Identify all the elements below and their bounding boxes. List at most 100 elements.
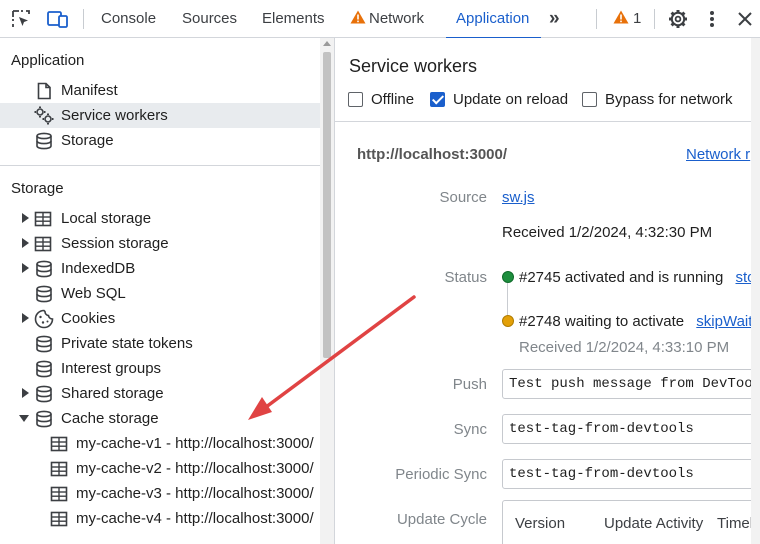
- more-tabs-button[interactable]: »: [549, 0, 559, 38]
- sidebar-item-storage[interactable]: Storage: [0, 128, 320, 153]
- gears-icon: [34, 106, 54, 125]
- cache-entry-label: my-cache-v1 - http://localhost:3000/: [76, 435, 314, 452]
- cache-entry-row[interactable]: my-cache-v2 - http://localhost:3000/: [0, 456, 320, 481]
- update-cycle-label: Update Cycle: [396, 511, 487, 528]
- kebab-menu-icon[interactable]: [701, 0, 723, 38]
- sidebar-item-interest-groups[interactable]: Interest groups: [0, 356, 320, 381]
- toolbar-separator: [654, 9, 655, 29]
- bypass-for-network-option[interactable]: Bypass for network: [582, 91, 733, 108]
- received-time: Received 1/2/2024, 4:32:30 PM: [502, 224, 713, 241]
- sidebar-item-label: Interest groups: [61, 360, 162, 377]
- sync-input[interactable]: test-tag-from-devtools: [502, 414, 760, 444]
- table-icon: [50, 436, 68, 452]
- database-icon: [36, 285, 52, 303]
- status-active-row: #2745 activated and is running sto: [519, 269, 756, 286]
- skip-waiting-link[interactable]: skipWait: [696, 313, 752, 330]
- scroll-up-arrow-icon[interactable]: [323, 41, 331, 46]
- service-workers-panel: Service workers Offline Update on reload…: [335, 38, 760, 544]
- sidebar-item-label: Session storage: [61, 235, 169, 252]
- sidebar-item-label: Service workers: [61, 107, 168, 124]
- sidebar-item-shared-storage[interactable]: Shared storage: [0, 381, 320, 406]
- sidebar-scrollbar[interactable]: [320, 38, 334, 544]
- offline-checkbox[interactable]: [348, 92, 363, 107]
- status-waiting-dot: [502, 315, 514, 327]
- source-link[interactable]: sw.js: [502, 189, 535, 206]
- column-header-version: Version: [515, 515, 566, 532]
- device-toggle-icon[interactable]: [46, 0, 70, 38]
- sidebar-divider: [0, 165, 320, 166]
- network-requests-link[interactable]: Network r: [686, 146, 750, 163]
- sidebar-section-storage: Storage: [11, 180, 64, 197]
- warning-icon: [613, 10, 629, 24]
- tab-sources[interactable]: Sources: [182, 0, 237, 38]
- database-icon: [36, 385, 52, 403]
- sidebar-item-label: Local storage: [61, 210, 152, 227]
- sidebar-item-session-storage[interactable]: Session storage: [0, 231, 320, 256]
- warning-icon: [350, 10, 366, 24]
- cache-entry-label: my-cache-v2 - http://localhost:3000/: [76, 460, 314, 477]
- table-icon: [50, 461, 68, 477]
- source-label: Source: [439, 189, 487, 206]
- worker-origin: http://localhost:3000/: [357, 146, 508, 163]
- gear-icon[interactable]: [666, 0, 690, 38]
- sidebar-item-private-state-tokens[interactable]: Private state tokens: [0, 331, 320, 356]
- bypass-for-network-label: Bypass for network: [605, 91, 733, 108]
- sidebar-item-local-storage[interactable]: Local storage: [0, 206, 320, 231]
- cache-entry-label: my-cache-v4 - http://localhost:3000/: [76, 510, 314, 527]
- collapse-triangle-icon[interactable]: [19, 413, 29, 423]
- sidebar-item-web-sql[interactable]: Web SQL: [0, 281, 320, 306]
- database-icon: [36, 260, 52, 278]
- sidebar-item-indexeddb[interactable]: IndexedDB: [0, 256, 320, 281]
- column-header-update-activity: Update Activity: [604, 515, 704, 532]
- sidebar-item-label: Shared storage: [61, 385, 164, 402]
- periodic-sync-label: Periodic Sync: [395, 466, 487, 483]
- cache-entry-row[interactable]: my-cache-v1 - http://localhost:3000/: [0, 431, 320, 456]
- tab-network-label: Network: [369, 10, 425, 27]
- offline-label: Offline: [371, 91, 415, 108]
- push-input[interactable]: Test push message from DevTool: [502, 369, 760, 399]
- bypass-for-network-checkbox[interactable]: [582, 92, 597, 107]
- update-on-reload-checkbox[interactable]: [430, 92, 445, 107]
- sidebar-item-label: Private state tokens: [61, 335, 193, 352]
- tab-application[interactable]: Application: [445, 0, 542, 39]
- database-icon: [36, 335, 52, 353]
- sidebar-item-service-workers[interactable]: Service workers: [0, 103, 320, 128]
- status-active-text: #2745 activated and is running: [519, 269, 724, 286]
- cache-entry-row[interactable]: my-cache-v4 - http://localhost:3000/: [0, 506, 320, 531]
- sidebar-item-label: Storage: [61, 132, 114, 149]
- expand-triangle-icon[interactable]: [20, 263, 30, 273]
- close-icon[interactable]: [734, 0, 756, 38]
- expand-triangle-icon[interactable]: [20, 213, 30, 223]
- table-icon: [34, 236, 52, 252]
- database-icon: [36, 360, 52, 378]
- expand-triangle-icon[interactable]: [20, 388, 30, 398]
- tab-network[interactable]: Network: [350, 0, 424, 38]
- status-active-dot: [502, 271, 514, 283]
- expand-triangle-icon[interactable]: [20, 313, 30, 323]
- sidebar-item-label: IndexedDB: [61, 260, 136, 277]
- options-divider: [335, 121, 760, 122]
- offline-option[interactable]: Offline: [348, 91, 414, 108]
- expand-triangle-icon[interactable]: [20, 238, 30, 248]
- sidebar-item-label: Cache storage: [61, 410, 159, 427]
- sidebar-item-manifest[interactable]: Manifest: [0, 78, 320, 103]
- warnings-counter[interactable]: 1: [613, 0, 641, 38]
- sidebar-scrollbar-thumb[interactable]: [323, 52, 331, 358]
- database-icon: [36, 410, 52, 428]
- tab-elements[interactable]: Elements: [262, 0, 325, 38]
- cache-entry-label: my-cache-v3 - http://localhost:3000/: [76, 485, 314, 502]
- sidebar-item-cache-storage[interactable]: Cache storage: [0, 406, 320, 431]
- database-icon: [36, 132, 52, 150]
- warnings-count: 1: [633, 10, 642, 27]
- tab-console[interactable]: Console: [101, 0, 156, 38]
- devtools-toolbar: Console Sources Elements Network Applica…: [0, 0, 760, 39]
- cache-entry-row[interactable]: my-cache-v3 - http://localhost:3000/: [0, 481, 320, 506]
- status-waiting-row: #2748 waiting to activate skipWait: [519, 313, 752, 330]
- sidebar-item-cookies[interactable]: Cookies: [0, 306, 320, 331]
- periodic-sync-input[interactable]: test-tag-from-devtools: [502, 459, 760, 489]
- update-on-reload-option[interactable]: Update on reload: [430, 91, 568, 108]
- panel-scrollbar[interactable]: [751, 38, 760, 544]
- status-waiting-received: Received 1/2/2024, 4:33:10 PM: [519, 339, 730, 356]
- toolbar-separator: [596, 9, 597, 29]
- inspect-icon[interactable]: [9, 0, 33, 38]
